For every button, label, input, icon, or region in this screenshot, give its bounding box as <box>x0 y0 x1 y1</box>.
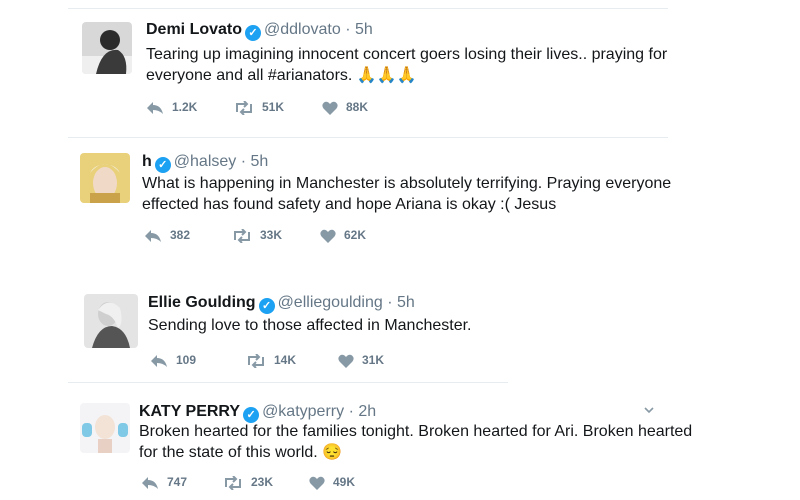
reply-count: 382 <box>170 228 191 242</box>
heart-icon <box>322 101 338 115</box>
heart-icon <box>320 229 336 243</box>
retweet-button[interactable]: 14K <box>246 353 297 369</box>
heart-icon <box>338 354 354 368</box>
author-name[interactable]: KATY PERRY <box>139 403 240 420</box>
tweet-text-line: What is happening in Manchester is absol… <box>142 175 672 192</box>
chevron-down-icon[interactable] <box>644 405 654 415</box>
separator-dot: · <box>348 403 354 420</box>
avatar-image <box>84 294 138 348</box>
author-handle[interactable]: @elliegoulding <box>278 294 383 311</box>
avatar[interactable] <box>84 294 138 348</box>
retweet-count: 51K <box>262 100 285 114</box>
timestamp[interactable]: 2h <box>358 403 376 420</box>
like-button[interactable]: 31K <box>338 353 384 368</box>
tweet-text-line: effected has found safety and hope Arian… <box>142 196 557 213</box>
tweet-text-line: everyone and all #arianators. 🙏🙏🙏 <box>146 67 417 84</box>
heart-icon <box>309 476 325 490</box>
separator-dot: · <box>345 21 351 38</box>
reply-icon <box>147 101 163 114</box>
verified-badge-icon: ✓ <box>154 157 171 173</box>
tweet-text-line: Tearing up imagining innocent concert go… <box>146 46 668 63</box>
tweet-halsey[interactable]: h ✓ @halsey · 5h What is happening in Manc… <box>0 138 800 266</box>
avatar-image <box>80 153 130 203</box>
retweet-icon <box>234 228 250 244</box>
reply-button[interactable]: 1.2K <box>146 100 197 115</box>
separator-dot: · <box>240 153 247 170</box>
tweet-text-line: for the state of this world. 😔 <box>139 444 343 461</box>
reply-icon <box>151 354 167 367</box>
avatar-image <box>80 403 130 453</box>
reply-count: 747 <box>167 475 188 489</box>
reply-icon <box>142 476 158 489</box>
author-name[interactable]: Ellie Goulding <box>148 294 256 311</box>
like-button[interactable]: 49K <box>309 475 355 490</box>
like-count: 62K <box>344 228 367 242</box>
avatar[interactable] <box>80 153 130 203</box>
retweet-icon <box>236 100 252 116</box>
reply-button[interactable]: 747 <box>141 475 187 490</box>
retweet-count: 14K <box>274 353 297 367</box>
verified-badge-icon: ✓ <box>245 25 262 41</box>
reply-count: 1.2K <box>172 100 198 114</box>
author-handle[interactable]: @halsey <box>174 153 237 170</box>
reply-button[interactable]: 382 <box>144 228 190 243</box>
verified-badge-icon: ✓ <box>258 298 275 314</box>
like-button[interactable]: 62K <box>320 228 366 243</box>
retweet-button[interactable]: 23K <box>223 475 274 491</box>
author-handle[interactable]: @ddlovato <box>264 21 341 38</box>
tweet-text-line: Broken hearted for the families tonight.… <box>139 423 693 440</box>
reply-icon <box>145 229 161 242</box>
retweet-button[interactable]: 33K <box>232 228 283 244</box>
timestamp[interactable]: 5h <box>251 153 269 170</box>
tweet-ellie-goulding[interactable]: Ellie Goulding ✓ @elliegoulding · 5h Sendi… <box>0 280 800 380</box>
timestamp[interactable]: 5h <box>355 21 373 38</box>
author-name[interactable]: h <box>142 153 152 170</box>
like-count: 49K <box>333 475 356 489</box>
tweet-katy-perry[interactable]: KATY PERRY ✓ @katyperry · 2h Broken hearte… <box>0 383 800 500</box>
avatar[interactable] <box>82 22 132 74</box>
reply-count: 109 <box>176 353 197 367</box>
like-count: 88K <box>346 100 369 114</box>
like-count: 31K <box>362 353 385 367</box>
retweet-count: 33K <box>260 228 283 242</box>
like-button[interactable]: 88K <box>322 100 368 115</box>
avatar[interactable] <box>80 403 130 453</box>
retweet-icon <box>248 353 264 369</box>
tweet-demi-lovato[interactable]: Demi Lovato ✓ @ddlovato · 5h Tearing up im… <box>0 0 800 135</box>
separator-dot: · <box>387 294 393 311</box>
retweet-count: 23K <box>251 475 274 489</box>
reply-button[interactable]: 109 <box>150 353 196 368</box>
timestamp[interactable]: 5h <box>397 294 415 311</box>
author-handle[interactable]: @katyperry <box>262 403 344 420</box>
retweet-button[interactable]: 51K <box>234 100 285 116</box>
author-name[interactable]: Demi Lovato <box>146 21 242 38</box>
tweet-text-line: Sending love to those affected in Manche… <box>148 317 472 334</box>
retweet-icon <box>225 475 241 491</box>
avatar-image <box>82 22 132 74</box>
